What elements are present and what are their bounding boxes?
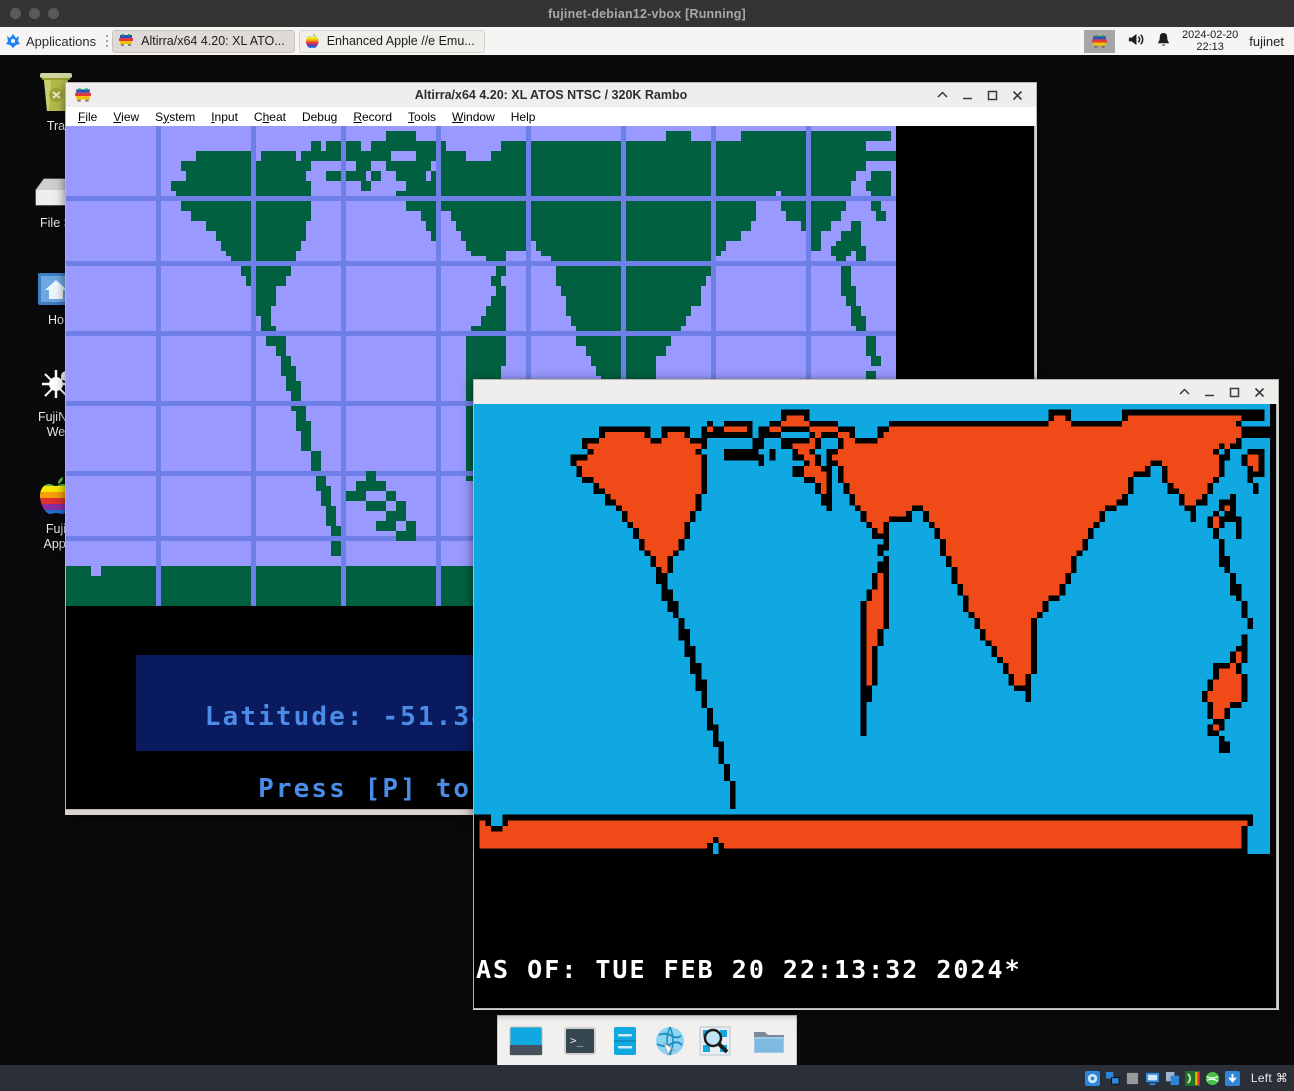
minimize-button[interactable] — [1203, 386, 1216, 399]
file-manager-cabinet-icon[interactable] — [607, 1023, 643, 1059]
shade-button[interactable] — [1178, 386, 1191, 399]
applications-menu-label: Applications — [26, 33, 97, 49]
maximize-button[interactable] — [1228, 386, 1241, 399]
panel-clock[interactable]: 2024-02-20 22:13 — [1182, 29, 1238, 53]
vbox-title-text: fujinet-debian12-vbox [Running] — [548, 6, 746, 21]
menu-file[interactable]: File — [72, 109, 103, 125]
minimize-window-button[interactable] — [29, 8, 40, 19]
screen-root: fujinet-debian12-vbox [Running] Tra File… — [0, 0, 1294, 1091]
menu-help[interactable]: Help — [505, 109, 542, 125]
close-button[interactable] — [1253, 386, 1266, 399]
menu-tools[interactable]: Tools — [402, 109, 442, 125]
taskbar-button-label: Enhanced Apple //e Emu... — [326, 34, 475, 48]
user-name[interactable]: fujinet — [1249, 34, 1286, 49]
terminal-icon[interactable]: >_ — [562, 1023, 598, 1059]
bottom-dock: >_ — [497, 1015, 797, 1065]
altirra-menubar[interactable]: File View System Input Cheat Debug Recor… — [65, 107, 1037, 126]
menu-view[interactable]: View — [107, 109, 145, 125]
menu-system[interactable]: System — [149, 109, 201, 125]
apple2-window[interactable]: Enhanced Apple //e Emulator — [473, 379, 1279, 1010]
xfce-mouse-icon — [5, 33, 21, 49]
apple-logo-icon — [482, 383, 500, 401]
bell-icon[interactable] — [1156, 31, 1171, 51]
altirra-tray-icon[interactable] — [1084, 29, 1116, 53]
speaker-icon[interactable] — [1126, 31, 1145, 51]
clock-date: 2024-02-20 — [1182, 29, 1239, 41]
system-tray: 2024-02-20 22:13 fujinet — [1084, 29, 1294, 53]
web-browser-globe-icon[interactable] — [652, 1023, 688, 1059]
apple2-titlebar[interactable]: Enhanced Apple //e Emulator — [473, 379, 1279, 404]
clock-time: 22:13 — [1196, 41, 1224, 53]
apple2-status-text: AS OF: TUE FEB 20 22:13:32 2024* LON: -4… — [476, 902, 1276, 1008]
network-icon[interactable] — [1105, 1071, 1120, 1086]
altirra-title-text: Altirra/x64 4.20: XL ATOS NTSC / 320K Ra… — [414, 88, 688, 102]
taskbar-button-apple2[interactable]: Enhanced Apple //e Emu... — [298, 29, 485, 53]
shared-clipboard-icon[interactable] — [1165, 1071, 1180, 1086]
minimize-button[interactable] — [961, 89, 974, 102]
panel-handle[interactable] — [105, 32, 109, 50]
app-finder-magnifier-icon[interactable] — [697, 1023, 733, 1059]
hard-disk-icon[interactable] — [1084, 1070, 1100, 1086]
apple2-line-1: AS OF: TUE FEB 20 22:13:32 2024* — [476, 955, 1022, 984]
menu-input[interactable]: Input — [205, 109, 244, 125]
apple2-world-map — [474, 404, 1270, 854]
apple2-window-buttons[interactable] — [1178, 386, 1274, 399]
menu-window[interactable]: Window — [446, 109, 501, 125]
download-icon[interactable] — [1224, 1070, 1240, 1086]
svg-text:>_: >_ — [570, 1034, 584, 1047]
apple-logo-icon — [305, 32, 320, 51]
folder-icon[interactable] — [751, 1023, 787, 1059]
altirra-window-buttons[interactable] — [936, 89, 1032, 102]
menu-debug[interactable]: Debug — [296, 109, 343, 125]
menu-cheat[interactable]: Cheat — [248, 109, 292, 125]
altirra-titlebar[interactable]: Altirra/x64 4.20: XL ATOS NTSC / 320K Ra… — [65, 82, 1037, 107]
display-icon[interactable] — [1145, 1071, 1160, 1086]
apple2-display[interactable]: AS OF: TUE FEB 20 22:13:32 2024* LON: -4… — [473, 404, 1277, 1009]
vbox-statusbar: Left ⌘ — [0, 1065, 1294, 1091]
usb-icon[interactable] — [1184, 1070, 1200, 1086]
taskbar-button-altirra[interactable]: Altirra/x64 4.20: XL ATO... — [112, 29, 295, 53]
window-traffic-lights[interactable] — [10, 0, 59, 27]
taskbar-button-label: Altirra/x64 4.20: XL ATO... — [141, 34, 285, 48]
host-key-label: Left ⌘ — [1250, 1071, 1288, 1085]
maximize-button[interactable] — [986, 89, 999, 102]
guest-desktop: Tra File S Ho FujiNe We Fuji Appl Applic… — [0, 27, 1294, 1065]
applications-menu-button[interactable]: Applications — [0, 27, 102, 55]
folder-icon[interactable] — [1125, 1071, 1140, 1086]
globe-icon[interactable] — [1205, 1071, 1220, 1086]
altirra-icon — [118, 32, 134, 51]
shade-button[interactable] — [936, 89, 949, 102]
close-button[interactable] — [1011, 89, 1024, 102]
menu-record[interactable]: Record — [347, 109, 398, 125]
show-desktop-icon[interactable] — [508, 1023, 544, 1059]
zoom-window-button[interactable] — [48, 8, 59, 19]
xfce-top-panel: Applications Altirra/x64 4.20: XL ATO...… — [0, 27, 1294, 55]
altirra-icon — [74, 86, 92, 104]
vbox-titlebar: fujinet-debian12-vbox [Running] — [0, 0, 1294, 27]
close-window-button[interactable] — [10, 8, 21, 19]
